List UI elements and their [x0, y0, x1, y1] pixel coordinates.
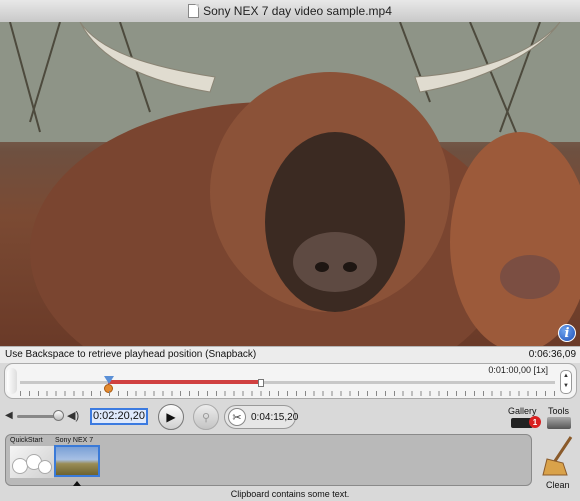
- volume-low-icon: ◀: [5, 410, 13, 421]
- timeline-selection[interactable]: [108, 380, 260, 384]
- play-icon: ▶: [166, 410, 176, 424]
- snapback-hint: Use Backspace to retrieve playhead posit…: [5, 349, 257, 360]
- timeline-ticks: [20, 391, 555, 396]
- scissors-button[interactable]: ✂: [228, 408, 246, 426]
- timeline-panel[interactable]: 0:01:00,00 [1x] ▲ ▼: [4, 363, 577, 399]
- timeline-zoom: [1x]: [533, 365, 548, 375]
- window-title: Sony NEX 7 day video sample.mp4: [203, 4, 392, 18]
- tools-icon[interactable]: [547, 417, 571, 429]
- clip-label-quickstart: QuickStart: [10, 437, 43, 444]
- timeline-track[interactable]: [20, 376, 555, 393]
- gallery-label[interactable]: Gallery: [508, 406, 537, 416]
- selection-length: 0:04:15,20: [251, 412, 299, 423]
- tools-label[interactable]: Tools: [548, 406, 569, 416]
- record-icon: ⚲: [201, 411, 211, 424]
- cut-control[interactable]: ✂ 0:04:15,20: [224, 405, 299, 429]
- hint-bar: Use Backspace to retrieve playhead posit…: [0, 346, 580, 363]
- clip-label-nex: Sony NEX 7: [55, 437, 94, 444]
- zoom-down-icon[interactable]: ▼: [561, 381, 571, 391]
- playhead-marker[interactable]: [104, 376, 114, 384]
- gallery-badge: 1: [529, 416, 541, 428]
- status-bar: Clipboard contains some text.: [230, 489, 350, 499]
- volume-high-icon: ◀): [67, 410, 80, 422]
- play-button[interactable]: ▶: [158, 404, 184, 430]
- document-icon: [188, 4, 200, 18]
- selection-end-handle[interactable]: [258, 379, 264, 387]
- sony-nex-thumbnail[interactable]: [54, 445, 100, 477]
- record-button[interactable]: ⚲: [193, 404, 219, 430]
- video-frame-highland-cattle: [0, 22, 580, 346]
- clipboard-panel: QuickStart Sony NEX 7: [5, 434, 532, 486]
- timeline-scale: 0:01:00,00 [1x]: [488, 365, 548, 375]
- title-bar: Sony NEX 7 day video sample.mp4: [0, 0, 580, 23]
- volume-knob[interactable]: [53, 410, 64, 421]
- total-duration: 0:06:36,09: [528, 349, 576, 360]
- broom-icon[interactable]: [541, 435, 577, 477]
- controls-bar: ◀ ◀) 0:02:20,20 ▶ ⚲ ✂ 0:04:15,20 Gallery…: [0, 401, 580, 433]
- zoom-up-icon[interactable]: ▲: [561, 371, 571, 381]
- zoom-stepper[interactable]: ▲ ▼: [560, 370, 572, 394]
- selected-clip-marker: [73, 481, 81, 486]
- info-icon[interactable]: i: [558, 324, 576, 342]
- current-time-field[interactable]: 0:02:20,20: [90, 408, 148, 425]
- timeline-scale-value: 0:01:00,00: [488, 365, 531, 375]
- timeline-left-cap: [7, 368, 17, 394]
- scissors-icon: ✂: [232, 411, 242, 424]
- timeline-base: [20, 381, 555, 384]
- quickstart-thumbnail[interactable]: [10, 446, 54, 478]
- video-preview[interactable]: [0, 22, 580, 346]
